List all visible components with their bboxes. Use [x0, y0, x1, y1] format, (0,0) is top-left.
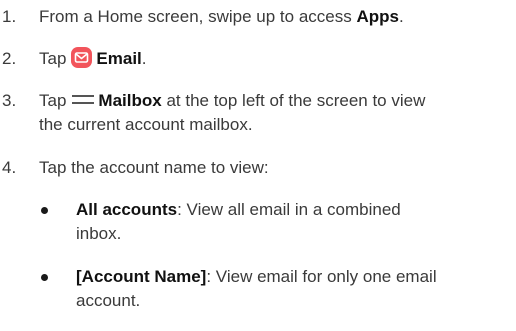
email-app-icon [71, 47, 93, 68]
apps-label: Apps [356, 7, 399, 26]
bullet-dot [41, 274, 48, 281]
account-name-label: [Account Name] [76, 267, 207, 286]
step-text-post: . [141, 49, 147, 68]
step-number: 2. [2, 49, 17, 68]
step-text-post: . [398, 7, 404, 26]
bullet-dot [41, 207, 48, 214]
hamburger-menu-icon [72, 93, 95, 107]
step-text: Tap the account name to view: [39, 158, 269, 177]
all-accounts-label: All accounts [76, 200, 178, 219]
bullet-desc-line2: account. [76, 291, 141, 310]
mailbox-label: Mailbox [98, 91, 162, 110]
step-text-post-line1: at the top left of the screen to view [161, 91, 426, 110]
step-number: 1. [2, 7, 17, 26]
bullet-desc-line1: : View email for only one email [206, 267, 437, 286]
step-text-post-line2: the current account mailbox. [39, 115, 253, 134]
bullet-desc-line2: inbox. [76, 224, 122, 243]
step-text: From a Home screen, swipe up to access A… [39, 5, 508, 29]
bullet-desc-line1: : View all email in a combined [177, 200, 401, 219]
bullet-text: [Account Name]: View email for only one … [76, 265, 509, 313]
step-text: Tap Email. [39, 47, 508, 71]
email-label: Email [96, 49, 142, 68]
step-text-pre: From a Home screen, swipe up to access [39, 7, 357, 26]
bullet-text: All accounts: View all email in a combin… [76, 198, 509, 246]
step-number: 4. [2, 158, 17, 177]
step-text-pre: Tap [39, 91, 67, 110]
step-text: Tap Mailbox at the top left of the screen… [39, 89, 508, 137]
step-text-pre: Tap [39, 49, 67, 68]
step-number: 3. [2, 91, 17, 110]
